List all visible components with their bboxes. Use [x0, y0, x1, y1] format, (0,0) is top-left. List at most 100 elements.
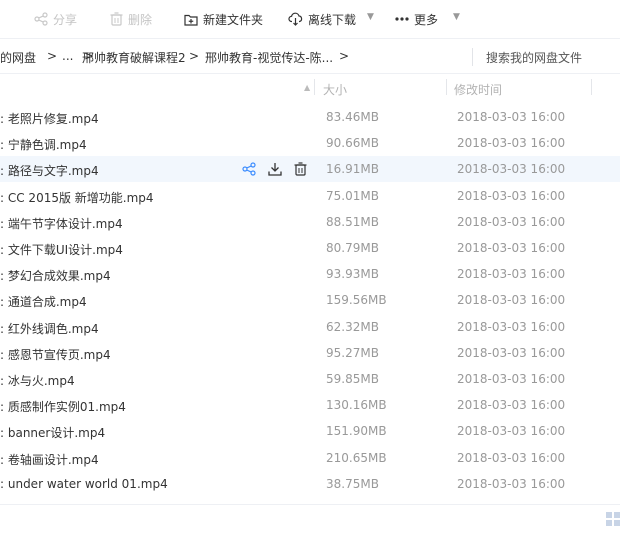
file-row[interactable]: : 冰与火.mp4 59.85MB 2018-03-03 16:00: [0, 366, 620, 392]
more-dropdown-caret[interactable]: ▼: [453, 12, 460, 22]
new-folder-label: 新建文件夹: [203, 12, 264, 27]
column-divider: [446, 79, 447, 95]
file-modified-time: 2018-03-03 16:00: [457, 345, 566, 360]
file-name[interactable]: : 端午节字体设计.mp4: [0, 215, 123, 232]
file-row[interactable]: : 通道合成.mp4 159.56MB 2018-03-03 16:00: [0, 287, 620, 313]
file-size: 151.90MB: [326, 424, 387, 439]
file-row[interactable]: : 卷轴画设计.mp4 210.65MB 2018-03-03 16:00: [0, 445, 620, 471]
column-divider: [591, 79, 592, 95]
breadcrumb-root[interactable]: 我的网盘: [0, 49, 36, 66]
file-size: 88.51MB: [326, 214, 379, 229]
file-row[interactable]: : banner设计.mp4 151.90MB 2018-03-03 16:00: [0, 418, 620, 444]
share-button[interactable]: 分享: [34, 10, 77, 28]
file-name[interactable]: : 梦幻合成效果.mp4: [0, 267, 111, 284]
breadcrumb-separator: >: [339, 49, 350, 63]
search-divider: [472, 48, 473, 66]
file-row[interactable]: : 文件下载UI设计.mp4 80.79MB 2018-03-03 16:00: [0, 235, 620, 261]
breadcrumb-separator: >: [47, 49, 58, 63]
trash-icon[interactable]: [294, 162, 307, 179]
file-name[interactable]: : 通道合成.mp4: [0, 293, 87, 310]
file-size: 159.56MB: [326, 293, 387, 308]
file-modified-time: 2018-03-03 16:00: [457, 110, 566, 124]
file-size: 75.01MB: [326, 188, 379, 203]
file-row[interactable]: : 感恩节宣传页.mp4 95.27MB 2018-03-03 16:00: [0, 340, 620, 366]
file-name[interactable]: : 红外线调色.mp4: [0, 320, 99, 337]
file-row[interactable]: : under water world 01.mp4 38.75MB 2018-03…: [0, 471, 620, 497]
trash-icon: [110, 12, 123, 26]
breadcrumb-ellipsis[interactable]: ...: [62, 49, 73, 63]
file-size: 59.85MB: [326, 372, 379, 386]
offline-download-dropdown-caret[interactable]: ▼: [367, 12, 374, 22]
new-folder-icon: [184, 14, 198, 26]
file-name[interactable]: : banner设计.mp4: [0, 424, 105, 441]
file-name[interactable]: : 文件下载UI设计.mp4: [0, 241, 123, 258]
file-name[interactable]: : under water world 01.mp4: [0, 477, 168, 491]
file-modified-time: 2018-03-03 16:00: [457, 476, 566, 491]
more-dots-icon: [395, 17, 409, 21]
file-size: 80.79MB: [326, 241, 379, 255]
new-folder-button[interactable]: 新建文件夹: [184, 10, 263, 28]
toolbar: 分享 删除 新建文件夹 离线下载 ▼ 更多 ▼: [0, 0, 620, 38]
file-size: 83.46MB: [326, 110, 379, 124]
breadcrumb-level2[interactable]: 邢帅教育-视觉传达-陈...: [205, 49, 333, 66]
delete-label: 删除: [128, 12, 153, 27]
file-name[interactable]: : 宁静色调.mp4: [0, 136, 87, 153]
list-bottom-divider: [0, 504, 620, 505]
file-row[interactable]: : 老照片修复.mp4 83.46MB 2018-03-03 16:00: [0, 104, 620, 130]
file-modified-time: 2018-03-03 16:00: [457, 424, 566, 439]
share-icon: [34, 12, 48, 26]
file-row[interactable]: : 梦幻合成效果.mp4 93.93MB 2018-03-03 16:00: [0, 261, 620, 287]
file-row[interactable]: : 宁静色调.mp4 90.66MB 2018-03-03 16:00: [0, 130, 620, 156]
file-name[interactable]: : 老照片修复.mp4: [0, 110, 99, 127]
file-name[interactable]: : 路径与文字.mp4: [0, 162, 99, 179]
share-icon[interactable]: [242, 162, 256, 179]
offline-download-label: 离线下载: [308, 12, 357, 27]
file-row[interactable]: : 质感制作实例01.mp4 130.16MB 2018-03-03 16:00: [0, 392, 620, 418]
file-row[interactable]: : 路径与文字.mp4 16.91MB 2018-03-03 16:00: [0, 156, 620, 183]
offline-download-button[interactable]: 离线下载: [288, 10, 356, 28]
file-modified-time: 2018-03-03 16:00: [457, 188, 566, 203]
grid-view-icon[interactable]: [606, 512, 620, 526]
more-label: 更多: [414, 12, 439, 27]
file-modified-time: 2018-03-03 16:00: [457, 398, 566, 413]
breadcrumb: 我的网盘 > ... > 邢帅教育破解课程2 > 邢帅教育-视觉传达-陈... …: [0, 38, 620, 74]
file-modified-time: 2018-03-03 16:00: [457, 241, 566, 255]
file-size: 16.91MB: [326, 162, 379, 177]
file-size: 93.93MB: [326, 267, 379, 282]
download-icon[interactable]: [268, 162, 282, 179]
file-modified-time: 2018-03-03 16:00: [457, 214, 566, 229]
file-size: 95.27MB: [326, 345, 379, 360]
column-divider: [314, 79, 315, 95]
file-name[interactable]: : 卷轴画设计.mp4: [0, 451, 99, 468]
file-modified-time: 2018-03-03 16:00: [457, 162, 566, 177]
file-size: 38.75MB: [326, 476, 379, 491]
file-modified-time: 2018-03-03 16:00: [457, 136, 566, 151]
column-header-size[interactable]: 大小: [323, 81, 347, 98]
search-input[interactable]: 搜索我的网盘文件: [486, 49, 582, 66]
file-row[interactable]: : CC 2015版 新增功能.mp4 75.01MB 2018-03-03 16:…: [0, 183, 620, 209]
file-size: 210.65MB: [326, 450, 387, 465]
file-row[interactable]: : 红外线调色.mp4 62.32MB 2018-03-03 16:00: [0, 314, 620, 340]
file-name[interactable]: : CC 2015版 新增功能.mp4: [0, 189, 154, 206]
column-header: ▲ 大小 修改时间: [0, 75, 620, 101]
share-label: 分享: [53, 12, 78, 27]
more-button[interactable]: 更多: [395, 10, 438, 28]
breadcrumb-separator: >: [189, 49, 200, 63]
file-name[interactable]: : 冰与火.mp4: [0, 372, 75, 389]
file-size: 130.16MB: [326, 398, 387, 413]
file-size: 62.32MB: [326, 319, 379, 334]
file-modified-time: 2018-03-03 16:00: [457, 372, 566, 386]
file-modified-time: 2018-03-03 16:00: [457, 319, 566, 334]
file-name[interactable]: : 质感制作实例01.mp4: [0, 398, 126, 415]
file-modified-time: 2018-03-03 16:00: [457, 293, 566, 308]
file-modified-time: 2018-03-03 16:00: [457, 450, 566, 465]
file-modified-time: 2018-03-03 16:00: [457, 267, 566, 282]
file-name[interactable]: : 感恩节宣传页.mp4: [0, 346, 111, 363]
delete-button[interactable]: 删除: [110, 10, 152, 28]
cloud-download-icon: [288, 12, 303, 26]
breadcrumb-level1[interactable]: 邢帅教育破解课程2: [82, 49, 186, 66]
file-row[interactable]: : 端午节字体设计.mp4 88.51MB 2018-03-03 16:00: [0, 209, 620, 235]
file-size: 90.66MB: [326, 136, 379, 151]
sort-arrow-icon: ▲: [304, 83, 311, 92]
column-header-modified[interactable]: 修改时间: [454, 81, 502, 98]
